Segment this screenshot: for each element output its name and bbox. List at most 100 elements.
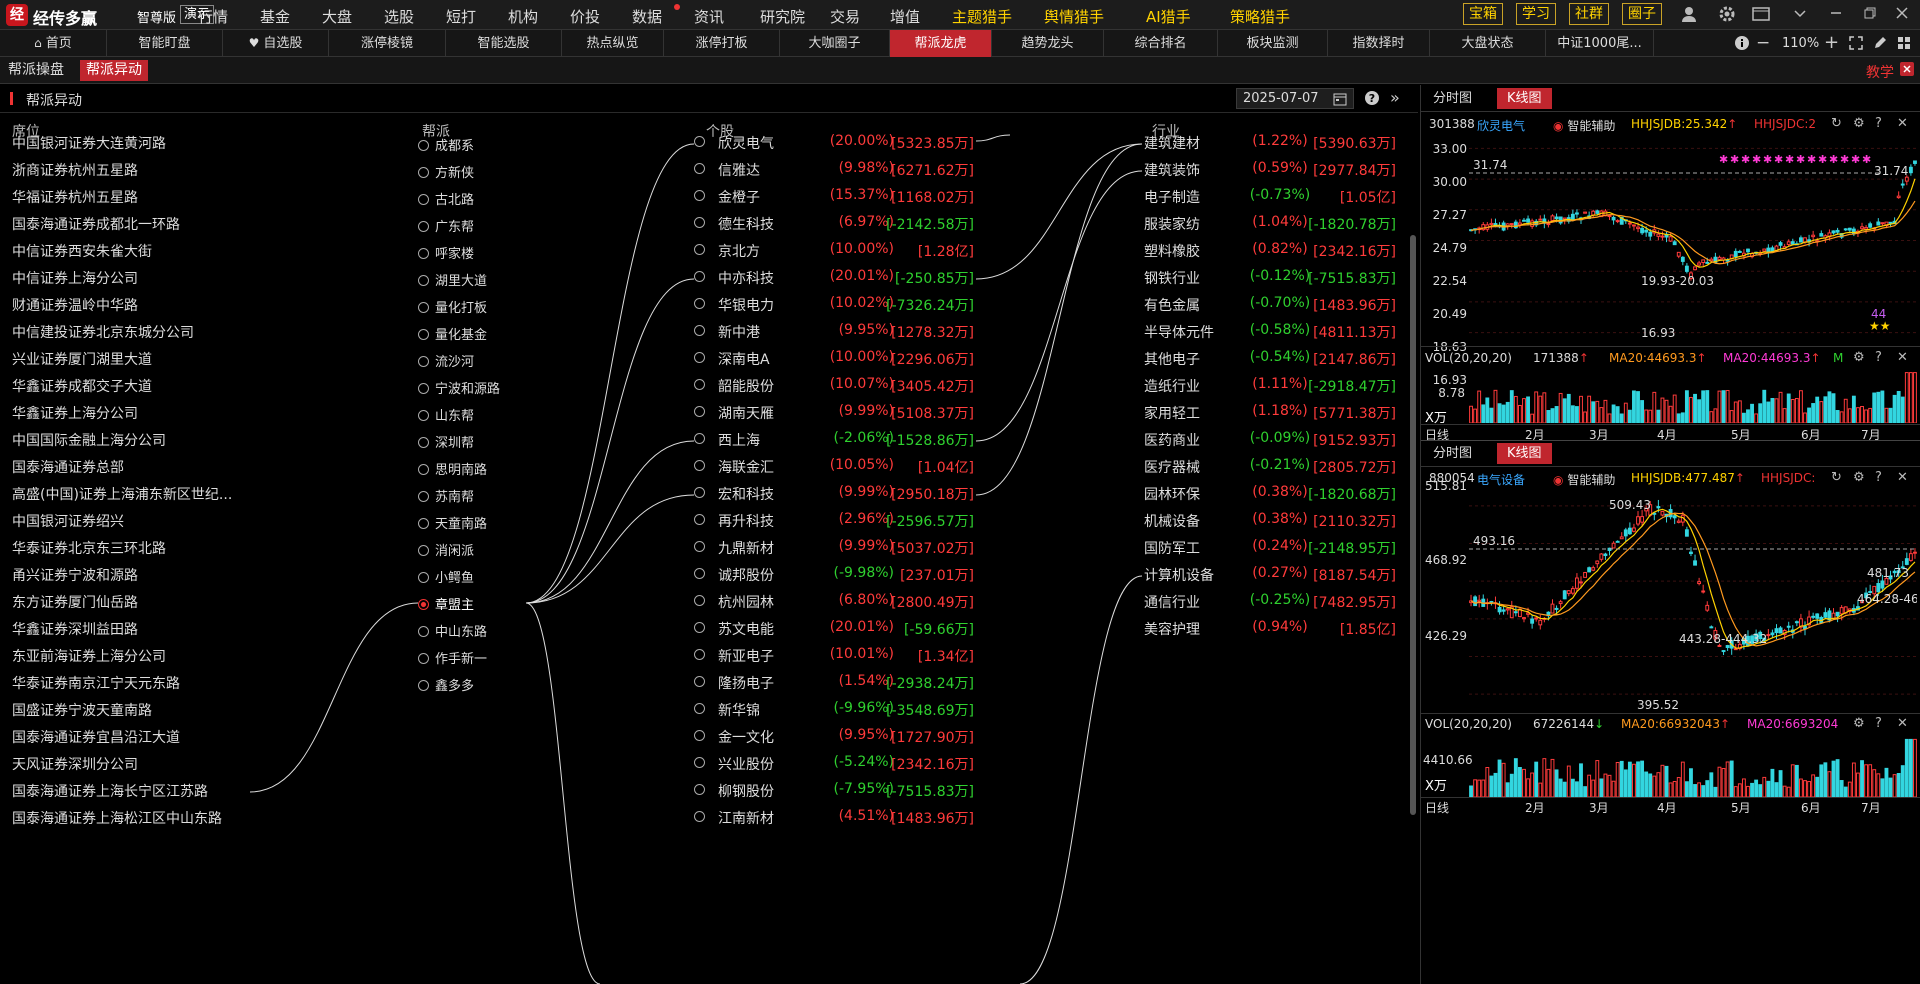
seat-row[interactable]: 东亚前海证券上海分公司 xyxy=(12,646,312,666)
zoom-out-icon[interactable]: − xyxy=(1756,33,1770,53)
faction-option[interactable]: 方新侠 xyxy=(418,162,474,181)
refresh-icon[interactable]: ↻ xyxy=(1831,116,1842,131)
menu-item-11[interactable]: 交易 xyxy=(830,6,860,27)
tab-1[interactable]: ⌂ 首页 xyxy=(0,30,107,57)
radio-button[interactable] xyxy=(418,275,429,286)
smart-assist[interactable]: ◉ 智能辅助 xyxy=(1553,117,1615,134)
tab-12[interactable]: 板块监测 xyxy=(1218,30,1328,57)
stock-row[interactable]: 九鼎新材 (9.99%) [5037.02万] xyxy=(694,538,974,557)
radio-button[interactable] xyxy=(694,217,705,228)
radio-button[interactable] xyxy=(694,730,705,741)
gear-icon[interactable]: ⚙ xyxy=(1853,716,1865,731)
seat-row[interactable]: 东方证券厦门仙岳路 xyxy=(12,592,312,612)
industry-row[interactable]: 半导体元件 (-0.58%) [4811.13万] xyxy=(1144,322,1396,341)
seat-row[interactable]: 浙商证券杭州五星路 xyxy=(12,160,312,180)
radio-button[interactable] xyxy=(418,491,429,502)
seat-row[interactable]: 财通证券温岭中华路 xyxy=(12,295,312,315)
radio-button[interactable] xyxy=(418,140,429,151)
faction-option[interactable]: 古北路 xyxy=(418,189,474,208)
stock-row[interactable]: 兴业股份 (-5.24%) [2342.16万] xyxy=(694,754,974,773)
radio-button[interactable] xyxy=(694,352,705,363)
industry-row[interactable]: 建筑装饰 (0.59%) [2977.84万] xyxy=(1144,160,1396,179)
radio-button[interactable] xyxy=(694,460,705,471)
tab-13[interactable]: 指数择时 xyxy=(1328,30,1430,57)
seat-row[interactable]: 中国国际金融上海分公司 xyxy=(12,430,312,450)
menu-item-6[interactable]: 机构 xyxy=(508,6,538,27)
seat-row[interactable]: 中信证券上海分公司 xyxy=(12,268,312,288)
radio-button[interactable] xyxy=(694,811,705,822)
top-right-button-4[interactable]: 圈子 xyxy=(1622,3,1662,25)
radio-button[interactable] xyxy=(418,302,429,313)
faction-option[interactable]: 宁波和源路 xyxy=(418,378,500,397)
pen-icon[interactable] xyxy=(1872,35,1888,55)
help-icon[interactable]: ? xyxy=(1875,716,1882,731)
industry-row[interactable]: 园林环保 (0.38%) [-1820.68万] xyxy=(1144,484,1396,503)
menu-item-8[interactable]: 数据 xyxy=(632,6,662,27)
faction-option[interactable]: 小鳄鱼 xyxy=(418,567,474,586)
menu-item-2[interactable]: 基金 xyxy=(260,6,290,27)
industry-row[interactable]: 服装家纺 (1.04%) [-1820.78万] xyxy=(1144,214,1396,233)
stock-row[interactable]: 深南电A (10.00%) [2296.06万] xyxy=(694,349,974,368)
stock-row[interactable]: 再升科技 (2.96%) [-2596.57万] xyxy=(694,511,974,530)
stock-row[interactable]: 华银电力 (10.02%) [-7326.24万] xyxy=(694,295,974,314)
stock-row[interactable]: 中亦科技 (20.01%) [-250.85万] xyxy=(694,268,974,287)
stock-row[interactable]: 海联金汇 (10.05%) [1.04亿] xyxy=(694,457,974,476)
seat-row[interactable]: 国泰海通证券总部 xyxy=(12,457,312,477)
radio-button[interactable] xyxy=(694,757,705,768)
gear-icon[interactable]: ⚙ xyxy=(1853,350,1865,365)
industry-row[interactable]: 造纸行业 (1.11%) [-2918.47万] xyxy=(1144,376,1396,395)
stock-row[interactable]: 京北方 (10.00%) [1.28亿] xyxy=(694,241,974,260)
radio-button[interactable] xyxy=(418,383,429,394)
hunter-menu-4[interactable]: 策略猎手 xyxy=(1230,6,1290,27)
zoom-in-icon[interactable]: + xyxy=(1824,32,1839,53)
tab-15[interactable]: 中证1000尾... xyxy=(1546,30,1654,57)
stock-row[interactable]: 杭州园林 (6.80%) [2800.49万] xyxy=(694,592,974,611)
seat-row[interactable]: 国泰海通证券上海松江区中山东路 xyxy=(12,808,312,828)
seat-row[interactable]: 华泰证券南京江宁天元东路 xyxy=(12,673,312,693)
close-icon[interactable]: ✕ xyxy=(1897,116,1908,131)
stock-row[interactable]: 诚邦股份 (-9.98%) [237.01万] xyxy=(694,565,974,584)
radio-button[interactable] xyxy=(418,167,429,178)
menu-item-9[interactable]: 资讯 xyxy=(694,6,724,27)
radio-button[interactable] xyxy=(694,136,705,147)
radio-button[interactable] xyxy=(694,244,705,255)
tab-7[interactable]: 涨停打板 xyxy=(664,30,780,57)
radio-button[interactable] xyxy=(418,437,429,448)
kline-chart-2[interactable]: 493.16 509.43 481.73 464.28-466.4 443.28-444… xyxy=(1469,487,1917,713)
close-icon[interactable]: ✕ xyxy=(1897,716,1908,731)
faction-option[interactable]: 天童南路 xyxy=(418,513,487,532)
radio-button[interactable] xyxy=(694,298,705,309)
seat-row[interactable]: 中信建投证券北京东城分公司 xyxy=(12,322,312,342)
radio-button[interactable] xyxy=(694,433,705,444)
faction-option[interactable]: 量化基金 xyxy=(418,324,487,343)
faction-option[interactable]: 湖里大道 xyxy=(418,270,487,289)
radio-button[interactable] xyxy=(418,680,429,691)
seat-row[interactable]: 华鑫证券成都交子大道 xyxy=(12,376,312,396)
radio-button[interactable] xyxy=(694,676,705,687)
radio-button[interactable] xyxy=(418,572,429,583)
industry-row[interactable]: 钢铁行业 (-0.12%) [-7515.83万] xyxy=(1144,268,1396,287)
hunter-menu-2[interactable]: 舆情猎手 xyxy=(1044,6,1104,27)
top-right-button-1[interactable]: 宝箱 xyxy=(1463,3,1503,25)
seat-row[interactable]: 中信证券西安朱雀大街 xyxy=(12,241,312,261)
help-icon[interactable]: ? xyxy=(1875,350,1882,365)
seat-row[interactable]: 国泰海通证券上海长宁区江苏路 xyxy=(12,781,312,801)
radio-button[interactable] xyxy=(418,410,429,421)
industry-row[interactable]: 有色金属 (-0.70%) [1483.96万] xyxy=(1144,295,1396,314)
radio-button[interactable] xyxy=(694,325,705,336)
fullscreen-icon[interactable] xyxy=(1848,35,1864,55)
close-icon[interactable] xyxy=(1900,62,1914,80)
radio-button[interactable] xyxy=(418,221,429,232)
faction-option[interactable]: 鑫多多 xyxy=(418,675,474,694)
radio-button[interactable] xyxy=(694,487,705,498)
radio-button[interactable] xyxy=(418,599,429,610)
close-icon[interactable]: ✕ xyxy=(1897,470,1908,485)
radio-button[interactable] xyxy=(418,626,429,637)
tab-6[interactable]: 热点纵览 xyxy=(562,30,664,57)
kline-chart-1[interactable]: 31.74 31.7419.93-20.0316.93✱ ✱ ✱ ✱ ✱ ✱ ✱ ✱ ✱ ✱ ✱ ✱ ✱ ✱ xyxy=(1469,133,1917,348)
user-icon[interactable] xyxy=(1680,5,1698,28)
menu-item-10[interactable]: 研究院 xyxy=(760,6,805,27)
seat-row[interactable]: 华泰证券北京东三环北路 xyxy=(12,538,312,558)
tab-kline[interactable]: K线图 xyxy=(1497,443,1552,464)
stock-row[interactable]: 苏文电能 (20.01%) [-59.66万] xyxy=(694,619,974,638)
